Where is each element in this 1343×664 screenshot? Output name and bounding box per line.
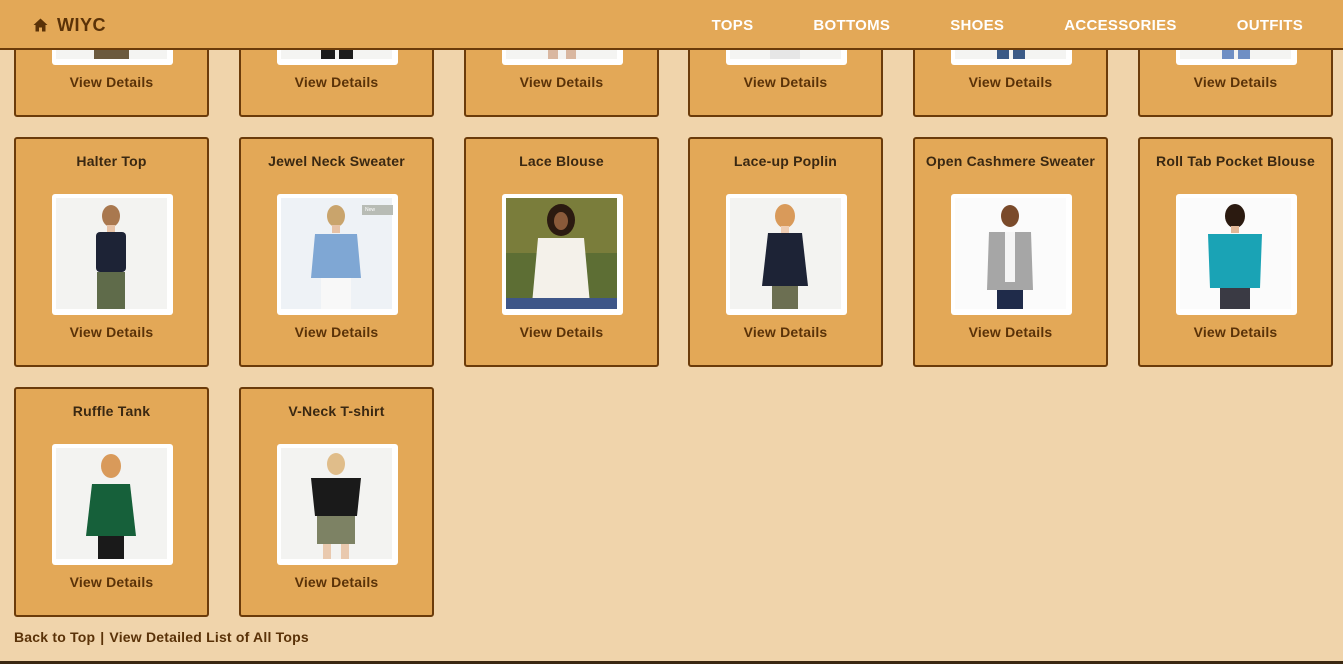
product-card: V-Neck T-shirt View Details [239, 387, 434, 617]
view-details-link[interactable]: View Details [690, 324, 881, 340]
product-title: Lace Blouse [519, 153, 604, 169]
brand-name: WIYC [57, 14, 106, 35]
product-image[interactable] [502, 194, 623, 315]
nav-link-tops[interactable]: TOPS [682, 0, 784, 50]
product-image[interactable] [52, 444, 173, 565]
view-details-link[interactable]: View Details [16, 324, 207, 340]
view-details-link[interactable]: View Details [16, 574, 207, 590]
view-details-link[interactable]: View Details [690, 74, 881, 90]
product-image[interactable] [726, 194, 847, 315]
nav-link-outfits[interactable]: OUTFITS [1207, 0, 1343, 50]
product-card: Lace Blouse View Details [464, 137, 659, 367]
product-card: Lace-up Poplin View Details [688, 137, 883, 367]
product-card: Roll Tab Pocket Blouse View Details [1138, 137, 1333, 367]
nav-link-accessories[interactable]: ACCESSORIES [1034, 0, 1207, 50]
product-title: Halter Top [76, 153, 147, 169]
product-title: Lace-up Poplin [733, 153, 838, 169]
product-image[interactable] [1176, 194, 1297, 315]
view-details-link[interactable]: View Details [466, 74, 657, 90]
product-title: Open Cashmere Sweater [925, 153, 1096, 169]
product-image[interactable]: New [277, 194, 398, 315]
top-navbar: WIYC TOPS BOTTOMS SHOES ACCESSORIES OUTF… [0, 0, 1343, 50]
nav-link-shoes[interactable]: SHOES [920, 0, 1034, 50]
product-card: Ruffle Tank View Details [14, 387, 209, 617]
detailed-list-link[interactable]: View Detailed List of All Tops [109, 629, 308, 645]
product-card: Jewel Neck Sweater New View Details [239, 137, 434, 367]
view-details-link[interactable]: View Details [241, 574, 432, 590]
view-details-link[interactable]: View Details [1140, 74, 1331, 90]
footer-links: Back to Top | View Detailed List of All To… [14, 629, 309, 645]
view-details-link[interactable]: View Details [16, 74, 207, 90]
product-image[interactable] [951, 194, 1072, 315]
product-card: Open Cashmere Sweater View Details [913, 137, 1108, 367]
product-title: Ruffle Tank [72, 403, 151, 419]
back-to-top-link[interactable]: Back to Top [14, 629, 95, 645]
new-badge: New [362, 205, 393, 215]
view-details-link[interactable]: View Details [241, 324, 432, 340]
footer-separator: | [100, 629, 105, 645]
nav-link-bottoms[interactable]: BOTTOMS [783, 0, 920, 50]
product-card: Halter Top View Details [14, 137, 209, 367]
product-title: Jewel Neck Sweater [268, 153, 405, 169]
home-icon [33, 18, 48, 32]
product-title: Roll Tab Pocket Blouse [1156, 153, 1315, 169]
brand-link[interactable]: WIYC [33, 0, 106, 50]
view-details-link[interactable]: View Details [915, 74, 1106, 90]
view-details-link[interactable]: View Details [915, 324, 1106, 340]
view-details-link[interactable]: View Details [1140, 324, 1331, 340]
product-image[interactable] [52, 194, 173, 315]
product-title: V-Neck T-shirt [288, 403, 385, 419]
view-details-link[interactable]: View Details [241, 74, 432, 90]
view-details-link[interactable]: View Details [466, 324, 657, 340]
product-image[interactable] [277, 444, 398, 565]
nav-links: TOPS BOTTOMS SHOES ACCESSORIES OUTFITS [682, 0, 1343, 50]
